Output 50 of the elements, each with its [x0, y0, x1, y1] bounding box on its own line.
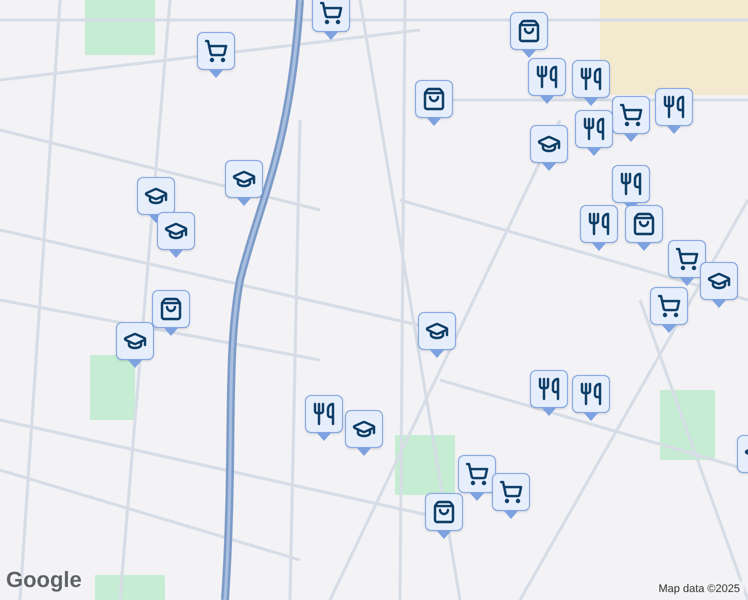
map-pin-marker[interactable]	[425, 493, 463, 539]
fork-knife-icon	[535, 65, 559, 89]
cart-icon	[319, 1, 343, 25]
map-pin-marker[interactable]	[528, 58, 566, 104]
fork-knife-icon	[537, 377, 561, 401]
map-pin-marker[interactable]	[655, 88, 693, 134]
fork-knife-icon	[312, 402, 336, 426]
shopping-bag-icon	[432, 500, 456, 524]
map-pin-marker[interactable]	[225, 160, 263, 206]
map-pin-marker[interactable]	[612, 96, 650, 142]
map-pin-marker[interactable]	[530, 125, 568, 171]
map-pin-marker[interactable]	[510, 12, 548, 58]
shopping-bag-icon	[517, 19, 541, 43]
cart-icon	[499, 480, 523, 504]
cart-icon	[465, 462, 489, 486]
map-pin-marker[interactable]	[530, 370, 568, 416]
fork-knife-icon	[587, 212, 611, 236]
fork-knife-icon	[579, 67, 603, 91]
google-logo: Google	[6, 566, 82, 594]
map-pin-marker[interactable]	[668, 240, 706, 286]
map-pin-marker[interactable]	[345, 410, 383, 456]
map-pin-marker[interactable]	[415, 80, 453, 126]
map-pin-marker[interactable]	[418, 312, 456, 358]
map-pin-marker[interactable]	[650, 287, 688, 333]
fork-knife-icon	[662, 95, 686, 119]
map-pin-marker[interactable]	[137, 177, 175, 223]
map-pin-marker[interactable]	[492, 473, 530, 519]
map-pin-marker[interactable]	[305, 395, 343, 441]
map-pin-marker[interactable]	[625, 205, 663, 251]
map-pin-marker[interactable]	[572, 375, 610, 421]
map-pin-marker[interactable]	[197, 32, 235, 78]
shopping-bag-icon	[632, 212, 656, 236]
fork-knife-icon	[619, 172, 643, 196]
map-pin-marker[interactable]	[572, 60, 610, 106]
cart-icon	[675, 247, 699, 271]
fork-knife-icon	[582, 117, 606, 141]
cart-icon	[619, 103, 643, 127]
shopping-bag-icon	[159, 297, 183, 321]
map-pin-marker[interactable]	[157, 212, 195, 258]
map-pin-marker[interactable]	[580, 205, 618, 251]
map-pin-marker[interactable]	[152, 290, 190, 336]
map-pin-marker[interactable]	[116, 322, 154, 368]
map-pin-marker[interactable]	[700, 262, 738, 308]
cart-icon	[204, 39, 228, 63]
cart-icon	[657, 294, 681, 318]
map-pin-marker[interactable]	[458, 455, 496, 501]
map-pin-marker[interactable]	[575, 110, 613, 156]
shopping-bag-icon	[422, 87, 446, 111]
map-pin-marker[interactable]	[312, 0, 350, 40]
fork-knife-icon	[579, 382, 603, 406]
